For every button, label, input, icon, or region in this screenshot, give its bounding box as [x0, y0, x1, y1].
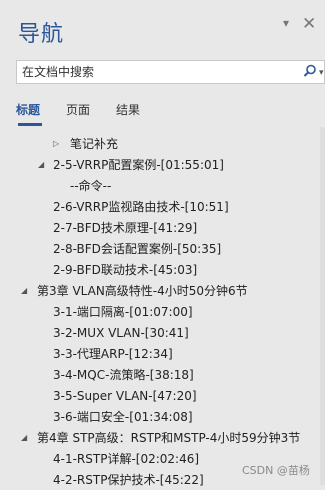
tree-item[interactable]: 3-6-端口安全-[01:34:08] — [0, 407, 320, 427]
collapse-triangle-icon[interactable]: ◢ — [38, 155, 44, 175]
active-tab-indicator — [18, 123, 42, 126]
tree-item-label: 4-2-RSTP保护技术-[45:22] — [53, 473, 204, 487]
tree-item-label: 第3章 VLAN高级特性-4小时50分钟6节 — [37, 284, 248, 298]
tree-item[interactable]: 2-6-VRRP监视路由技术-[10:51] — [0, 197, 320, 217]
tree-item[interactable]: ◢ 第4章 STP高级：RSTP和MSTP-4小时59分钟3节 — [0, 428, 320, 448]
expand-triangle-icon[interactable]: ▷ — [53, 134, 59, 154]
tree-item[interactable]: ◢ 第3章 VLAN高级特性-4小时50分钟6节 — [0, 281, 320, 301]
tab-pages[interactable]: 页面 — [66, 101, 90, 118]
tree-item-label: 第4章 STP高级：RSTP和MSTP-4小时59分钟3节 — [37, 431, 301, 445]
tree-item-label: 3-4-MQC-流策略-[38:18] — [53, 368, 194, 382]
tree-item[interactable]: 3-4-MQC-流策略-[38:18] — [0, 365, 320, 385]
collapse-triangle-icon[interactable]: ◢ — [21, 428, 27, 448]
heading-tree: ▷ 笔记补充 ◢ 2-5-VRRP配置案例-[01:55:01] --命令-- … — [0, 130, 320, 487]
tab-results[interactable]: 结果 — [116, 101, 140, 118]
tree-item-label: 2-9-BFD联动技术-[45:03] — [53, 263, 198, 277]
search-box: ▾ — [16, 60, 325, 84]
tree-item[interactable]: --命令-- — [0, 176, 320, 196]
search-icon[interactable] — [303, 64, 317, 78]
tree-item-label: 3-2-MUX VLAN-[30:41] — [53, 326, 189, 340]
tree-item[interactable]: 3-3-代理ARP-[12:34] — [0, 344, 320, 364]
tree-item[interactable]: ▷ 笔记补充 — [0, 134, 320, 154]
search-input[interactable] — [20, 62, 294, 82]
tree-item[interactable]: 3-2-MUX VLAN-[30:41] — [0, 323, 320, 343]
navigation-pane: 导航 ▾ ✕ ▾ 标题 页面 结果 ▷ 笔记补充 ◢ 2-5-VRRP配置案例-… — [0, 0, 325, 487]
pane-options-chevron-icon[interactable]: ▾ — [283, 16, 289, 30]
tree-item-label: 2-8-BFD会话配置案例-[50:35] — [53, 242, 222, 256]
tree-item[interactable]: 3-5-Super VLAN-[47:20] — [0, 386, 320, 406]
tree-item-label: 3-3-代理ARP-[12:34] — [53, 347, 173, 361]
search-options-chevron-down-icon[interactable]: ▾ — [319, 68, 324, 78]
tree-item-label: 4-1-RSTP详解-[02:02:46] — [53, 452, 200, 466]
tree-item-label: 笔记补充 — [70, 137, 119, 151]
tab-headings[interactable]: 标题 — [16, 101, 40, 118]
tree-item[interactable]: 2-7-BFD技术原理-[41:29] — [0, 218, 320, 238]
pane-header: 导航 ▾ ✕ — [0, 0, 325, 60]
tree-item-label: 3-6-端口安全-[01:34:08] — [53, 410, 193, 424]
tree-item-label: 3-1-端口隔离-[01:07:00] — [53, 305, 193, 319]
tree-item-label: 2-5-VRRP配置案例-[01:55:01] — [53, 158, 224, 172]
tree-item[interactable]: ◢ 2-5-VRRP配置案例-[01:55:01] — [0, 155, 320, 175]
watermark: CSDN @苗杨 — [242, 464, 310, 477]
tree-item-label: 2-6-VRRP监视路由技术-[10:51] — [53, 200, 229, 214]
tree-item[interactable]: 3-1-端口隔离-[01:07:00] — [0, 302, 320, 322]
tree-item-label: --命令-- — [70, 179, 112, 193]
pane-title: 导航 — [18, 22, 65, 47]
search-bar: ▾ — [16, 60, 325, 84]
scrollbar[interactable] — [320, 127, 325, 485]
collapse-triangle-icon[interactable]: ◢ — [21, 281, 27, 301]
tree-item[interactable]: 2-8-BFD会话配置案例-[50:35] — [0, 239, 320, 259]
tree-item-label: 3-5-Super VLAN-[47:20] — [53, 389, 197, 403]
tree-item[interactable]: 2-9-BFD联动技术-[45:03] — [0, 260, 320, 280]
close-icon[interactable]: ✕ — [302, 14, 316, 34]
tree-item-label: 2-7-BFD技术原理-[41:29] — [53, 221, 198, 235]
